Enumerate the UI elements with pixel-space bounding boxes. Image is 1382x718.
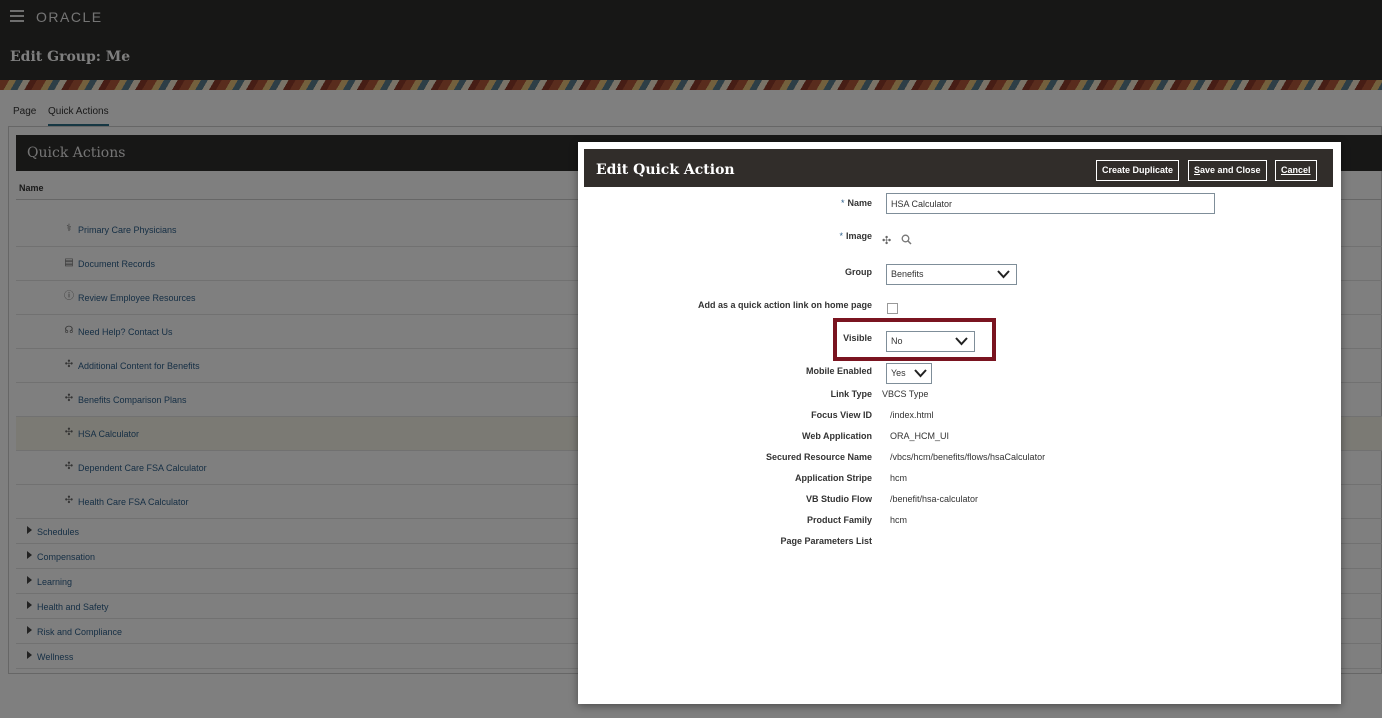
application-stripe-label: Application Stripe — [794, 473, 872, 483]
group-select[interactable]: Benefits — [886, 264, 1017, 285]
mobile-enabled-select[interactable]: Yes — [886, 363, 932, 384]
chevron-down-icon — [955, 337, 968, 346]
create-duplicate-button[interactable]: Create Duplicate — [1096, 160, 1180, 181]
focus-view-value: /index.html — [890, 410, 934, 420]
name-label: * Name — [841, 198, 872, 208]
web-application-value: ORA_HCM_UI — [890, 431, 950, 441]
name-input[interactable] — [886, 193, 1215, 214]
name-label-text: Name — [847, 198, 872, 208]
puzzle-icon[interactable]: ✣ — [882, 234, 891, 247]
visible-select[interactable]: No — [886, 331, 975, 352]
dialog-title: Edit Quick Action — [596, 162, 735, 178]
secured-resource-label: Secured Resource Name — [765, 452, 872, 462]
application-stripe-value: hcm — [890, 473, 908, 483]
dialog-header: Edit Quick Action Create Duplicate Save … — [584, 149, 1333, 187]
edit-quick-action-dialog: Edit Quick Action Create Duplicate Save … — [578, 142, 1341, 704]
visible-select-value: No — [891, 336, 903, 346]
search-icon[interactable] — [901, 234, 912, 248]
mobile-enabled-label: Mobile Enabled — [805, 366, 872, 376]
secured-resource-value: /vbcs/hcm/benefits/flows/hsaCalculator — [890, 452, 1046, 462]
required-marker: * — [839, 231, 843, 241]
chevron-down-icon — [914, 369, 927, 378]
link-type-label: Link Type — [830, 389, 872, 399]
vb-studio-flow-value: /benefit/hsa-calculator — [890, 494, 979, 504]
product-family-value: hcm — [890, 515, 908, 525]
visible-label: Visible — [843, 333, 872, 343]
mobile-enabled-value: Yes — [891, 368, 906, 378]
focus-view-label: Focus View ID — [811, 410, 872, 420]
chevron-down-icon — [997, 270, 1010, 279]
page-parameters-label: Page Parameters List — [780, 536, 872, 546]
link-type-value: VBCS Type — [882, 389, 929, 399]
cancel-label-rest: ancel — [1287, 165, 1311, 175]
product-family-label: Product Family — [806, 515, 872, 525]
save-label-rest: ave and Close — [1200, 165, 1261, 175]
image-label-text: Image — [845, 231, 872, 241]
home-link-label: Add as a quick action link on home page — [697, 300, 872, 310]
group-label: Group — [845, 267, 872, 277]
required-marker: * — [840, 198, 845, 208]
group-select-value: Benefits — [891, 269, 924, 279]
web-application-label: Web Application — [801, 431, 872, 441]
vb-studio-flow-label: VB Studio Flow — [806, 494, 872, 504]
save-and-close-button[interactable]: Save and Close — [1188, 160, 1267, 181]
image-label: * Image — [839, 231, 872, 241]
cancel-button[interactable]: Cancel — [1275, 160, 1317, 181]
home-link-checkbox[interactable] — [887, 303, 898, 314]
